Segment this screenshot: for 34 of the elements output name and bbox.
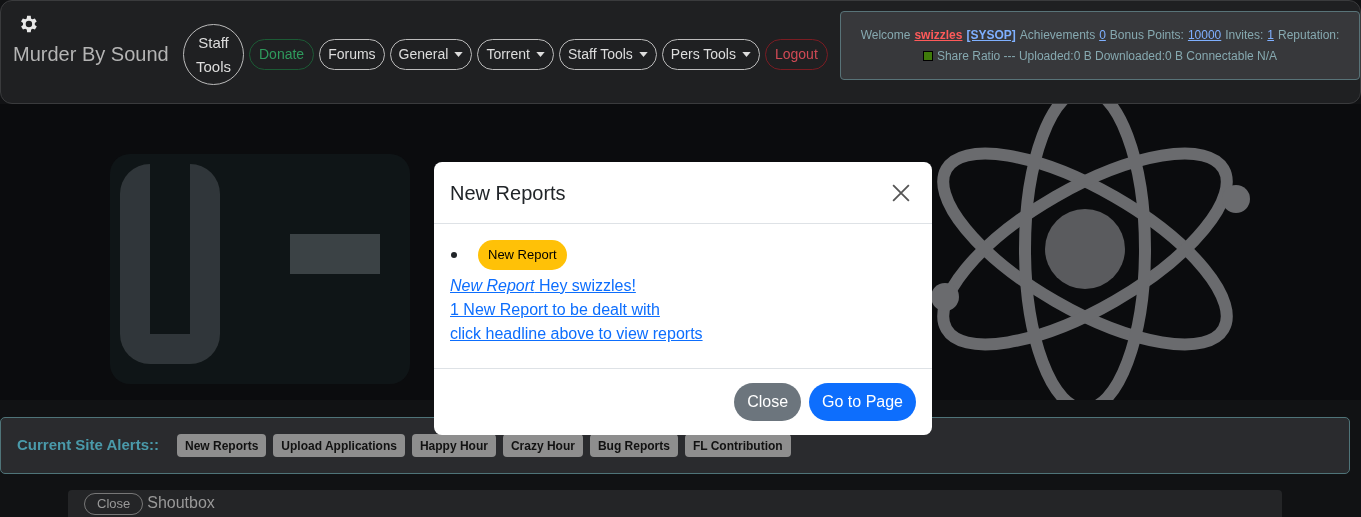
site-title[interactable]: Murder By Sound xyxy=(13,39,183,69)
welcome-text: Welcome xyxy=(860,27,911,44)
username-link[interactable]: swizzles xyxy=(914,26,963,44)
caret-icon xyxy=(454,52,464,57)
alert-button[interactable]: Bug Reports xyxy=(589,434,678,457)
caret-icon xyxy=(638,52,648,57)
welcome-text: Reputation: xyxy=(1278,27,1340,44)
stat-link[interactable]: 0 xyxy=(1099,26,1106,44)
report-badge: New Report xyxy=(478,240,567,270)
close-button[interactable]: Close xyxy=(734,383,802,421)
alert-button[interactable]: New Reports xyxy=(176,434,267,457)
report-link[interactable]: 1 New Report to be dealt with xyxy=(450,297,660,322)
alerts-title: Current Site Alerts:: xyxy=(17,435,159,456)
caret-icon xyxy=(536,52,545,57)
stat-link[interactable]: 10000 xyxy=(1187,26,1222,44)
go-to-page-button[interactable]: Go to Page xyxy=(809,383,916,421)
alert-button[interactable]: Crazy Hour xyxy=(502,434,583,457)
alert-button[interactable]: FL Contribution xyxy=(684,434,791,457)
caret-icon xyxy=(741,52,751,57)
stats-text: Share Ratio --- Uploaded:0 B Downloaded:0 B Connectable N/A xyxy=(936,48,1278,65)
stat-link[interactable]: 1 xyxy=(1267,26,1274,44)
report-link[interactable]: click headline above to view reports xyxy=(450,321,703,346)
modal-title: New Reports xyxy=(450,180,566,206)
shoutbox-title: Shoutbox xyxy=(147,493,215,513)
welcome-text: Achievements xyxy=(1019,27,1096,44)
alert-button[interactable]: Upload Applications xyxy=(273,434,405,457)
ratio-square-icon xyxy=(922,51,933,61)
role-link[interactable]: [SYSOP] xyxy=(966,26,1016,44)
report-link[interactable]: New Report Hey swizzles! xyxy=(450,273,636,298)
bullet-icon xyxy=(451,251,457,258)
welcome-text: Bonus Points: xyxy=(1109,27,1184,44)
close-icon[interactable] xyxy=(892,183,910,202)
alert-button[interactable]: Happy Hour xyxy=(411,434,496,457)
welcome-text: Invites: xyxy=(1225,27,1264,44)
